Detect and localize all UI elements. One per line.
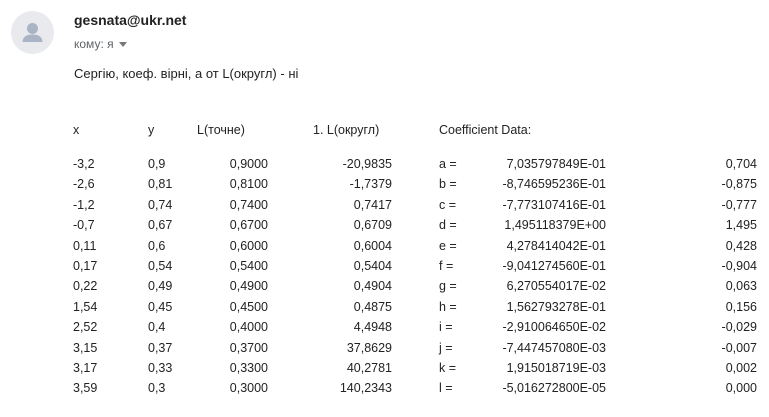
cell-coef-short: -0,007 <box>721 341 757 355</box>
cell-coef-value: -2,910064650E-02 <box>502 320 606 334</box>
cell-coef-value: 6,270554017E-02 <box>506 279 606 293</box>
header-coefficient-data: Coefficient Data: <box>439 123 532 137</box>
header-x: x <box>73 123 80 137</box>
cell-l-rounded: 0,6004 <box>353 239 392 253</box>
cell-coef-label: h = <box>439 300 457 314</box>
cell-coef-value: 7,035797849E-01 <box>506 157 606 171</box>
cell-coef-short: 0,428 <box>725 239 757 253</box>
cell-l-rounded: 37,8629 <box>346 341 392 355</box>
cell-l-rounded: 0,4875 <box>353 300 392 314</box>
cell-coef-short: 1,495 <box>725 218 757 232</box>
header-l-exact: L(точне) <box>197 123 245 137</box>
cell-coef-value: -5,016272800E-05 <box>502 381 606 395</box>
cell-l-exact: 0,3700 <box>229 341 268 355</box>
cell-l-rounded: 0,5404 <box>353 259 392 273</box>
cell-x: -0,7 <box>73 218 95 232</box>
cell-l-exact: 0,4500 <box>229 300 268 314</box>
cell-coef-label: j = <box>439 341 453 355</box>
cell-l-exact: 0,3000 <box>229 381 268 395</box>
sender-avatar[interactable] <box>11 11 54 54</box>
cell-coef-value: 1,495118379E+00 <box>504 218 606 232</box>
caret-down-icon <box>118 42 127 47</box>
cell-l-exact: 0,4000 <box>229 320 268 334</box>
cell-l-rounded: -1,7379 <box>349 177 392 191</box>
cell-l-rounded: 4,4948 <box>353 320 392 334</box>
cell-x: 3,15 <box>73 341 98 355</box>
cell-l-exact: 0,6700 <box>229 218 268 232</box>
cell-coef-label: f = <box>439 259 454 273</box>
cell-x: 3,17 <box>73 361 98 375</box>
cell-l-rounded: 40,2781 <box>346 361 392 375</box>
cell-coef-value: -8,746595236E-01 <box>502 177 606 191</box>
cell-x: 1,54 <box>73 300 98 314</box>
cell-l-exact: 0,9000 <box>229 157 268 171</box>
person-icon <box>22 23 43 42</box>
cell-l-exact: 0,8100 <box>229 177 268 191</box>
cell-l-rounded: 140,2343 <box>339 381 392 395</box>
cell-x: -2,6 <box>73 177 95 191</box>
cell-coef-label: i = <box>439 320 453 334</box>
cell-coef-short: 0,002 <box>725 361 757 375</box>
cell-x: -3,2 <box>73 157 95 171</box>
cell-coef-short: -0,777 <box>721 198 757 212</box>
sender-email: gesnata@ukr.net <box>74 12 187 28</box>
cell-l-exact: 0,3300 <box>229 361 268 375</box>
cell-x: -1,2 <box>73 198 95 212</box>
cell-l-exact: 0,7400 <box>229 198 268 212</box>
cell-l-rounded: 0,6709 <box>353 218 392 232</box>
cell-l-rounded: 0,7417 <box>353 198 392 212</box>
cell-x: 3,59 <box>73 381 98 395</box>
cell-coef-short: 0,063 <box>725 279 757 293</box>
cell-l-exact: 0,5400 <box>229 259 268 273</box>
cell-coef-label: g = <box>439 279 457 293</box>
cell-coef-value: -9,041274560E-01 <box>502 259 606 273</box>
recipient-label: кому: я <box>74 37 114 51</box>
cell-coef-label: e = <box>439 239 457 253</box>
message-body: Сергію, коеф. вірні, а от L(округл) - ні <box>74 66 299 81</box>
cell-coef-label: d = <box>439 218 457 232</box>
cell-coef-short: -0,875 <box>721 177 757 191</box>
cell-coef-value: -7,773107416E-01 <box>502 198 606 212</box>
cell-coef-short: -0,029 <box>721 320 757 334</box>
cell-coef-value: -7,447457080E-03 <box>502 341 606 355</box>
cell-coef-label: a = <box>439 157 457 171</box>
recipient-dropdown[interactable]: кому: я <box>74 37 127 51</box>
cell-coef-value: 1,915018719E-03 <box>506 361 606 375</box>
cell-l-exact: 0,4900 <box>229 279 268 293</box>
cell-l-rounded: -20,9835 <box>342 157 392 171</box>
cell-coef-short: 0,000 <box>725 381 757 395</box>
cell-coef-short: -0,904 <box>721 259 757 273</box>
cell-x: 2,52 <box>73 320 98 334</box>
cell-coef-label: l = <box>439 381 453 395</box>
cell-coef-value: 1,562793278E-01 <box>506 300 606 314</box>
cell-coef-label: c = <box>439 198 457 212</box>
cell-coef-label: b = <box>439 177 457 191</box>
cell-coef-short: 0,704 <box>725 157 757 171</box>
cell-coef-label: k = <box>439 361 457 375</box>
cell-x: 0,17 <box>73 259 98 273</box>
cell-coef-short: 0,156 <box>725 300 757 314</box>
cell-l-exact: 0,6000 <box>229 239 268 253</box>
header-l-rounded: 1. L(округл) <box>313 123 380 137</box>
cell-x: 0,22 <box>73 279 98 293</box>
cell-l-rounded: 0,4904 <box>353 279 392 293</box>
header-y: y <box>148 123 155 137</box>
cell-x: 0,11 <box>73 239 97 253</box>
cell-coef-value: 4,278414042E-01 <box>506 239 606 253</box>
